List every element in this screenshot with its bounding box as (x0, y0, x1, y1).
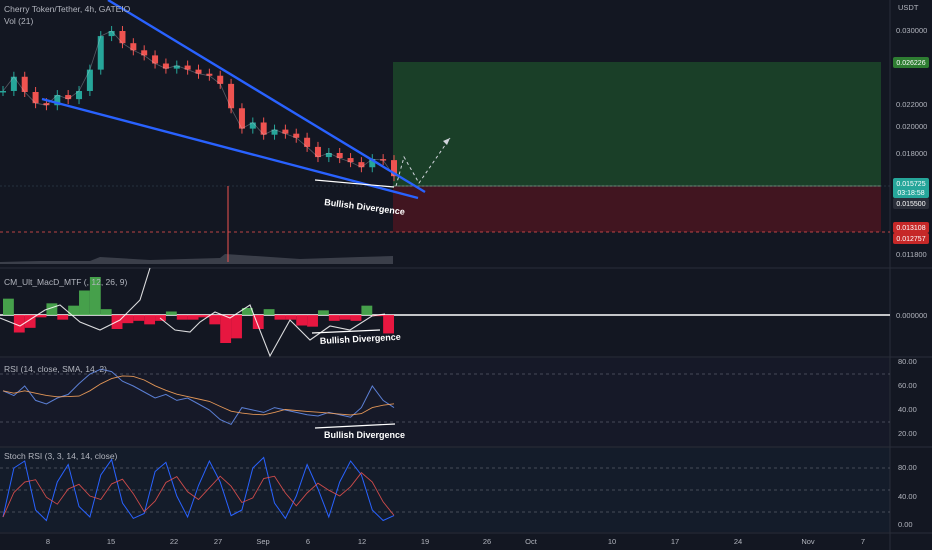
rsi-pane-bg (0, 358, 890, 448)
price-candle (97, 36, 104, 70)
macd-bar (220, 315, 232, 343)
price-candle (0, 90, 6, 93)
macd-bar (100, 309, 112, 315)
rsi-label: RSI (14, close, SMA, 14, 2) (4, 364, 107, 374)
target-zone (393, 62, 881, 186)
currency-label: USDT (898, 3, 919, 12)
rsi-tick: 60.00 (898, 381, 917, 390)
time-tick: 15 (107, 537, 115, 546)
price-tick: 0.030000 (896, 26, 927, 35)
entry-tag: 0.015500 (896, 201, 925, 208)
time-tick: 12 (358, 537, 366, 546)
symbol-line: Cherry Token/Tether, 4h, GATEIO (4, 4, 131, 14)
countdown-tag: 03:18:58 (897, 190, 924, 197)
rsi-tick: 40.00 (898, 405, 917, 414)
macd-bar (350, 315, 362, 321)
price-tick: 0.011800 (896, 250, 927, 259)
rsi-tick: 80.00 (898, 357, 917, 366)
stoch-tick: 0.00 (898, 520, 913, 529)
time-tick: 8 (46, 537, 50, 546)
time-tick: 19 (421, 537, 429, 546)
time-tick: 27 (214, 537, 222, 546)
macd-bar (3, 298, 14, 315)
macd-bar (274, 315, 286, 320)
time-tick: 22 (170, 537, 178, 546)
macd-bar (285, 315, 297, 320)
target-tag: 0.026226 (896, 60, 925, 67)
macd-bar (231, 315, 242, 339)
price-tick: 0.020000 (896, 122, 927, 131)
macd-bar (307, 315, 318, 327)
price-tick: 0.018000 (896, 149, 927, 158)
time-tick: 26 (483, 537, 491, 546)
volume-label: Vol (21) (4, 16, 33, 26)
macd-bar (133, 315, 145, 321)
macd-bar (144, 315, 156, 325)
rsi-tick: 20.00 (898, 429, 917, 438)
time-tick: 17 (671, 537, 679, 546)
chart-canvas[interactable]: Bullish Divergence Bullish Divergence Bu… (0, 0, 932, 550)
time-tick: 7 (861, 537, 865, 546)
time-tick: 6 (306, 537, 310, 546)
price-candle (86, 69, 93, 91)
price-candle (228, 83, 235, 109)
stoch-label: Stoch RSI (3, 3, 14, 14, close) (4, 451, 118, 461)
rsi-divergence-label: Bullish Divergence (324, 430, 405, 440)
time-tick: 10 (608, 537, 616, 546)
macd-bar (339, 315, 351, 320)
macd-zero-tick: 0.000000 (896, 311, 927, 320)
macd-bar (187, 315, 199, 320)
time-tick: Nov (801, 537, 815, 546)
macd-bar (361, 305, 373, 315)
macd-bar (317, 310, 329, 315)
macd-bar (79, 290, 90, 315)
macd-bar (296, 315, 308, 326)
macd-bar (165, 311, 177, 315)
stop-zone (393, 186, 881, 232)
price-candle (10, 76, 17, 91)
time-tick: Oct (525, 537, 538, 546)
stop-tag: 0.013108 (896, 225, 925, 232)
current-tag: 0.015725 (896, 181, 925, 188)
macd-bar (57, 315, 69, 320)
stoch-tick: 80.00 (898, 463, 917, 472)
stoch-tick: 40.00 (898, 492, 917, 501)
macd-bar (328, 315, 340, 321)
macd-bar (263, 309, 275, 315)
macd-label: CM_Ult_MacD_MTF (, 12, 26, 9) (4, 277, 127, 287)
price-tick: 0.022000 (896, 100, 927, 109)
macd-bar (176, 315, 188, 320)
time-tick: Sep (256, 537, 269, 546)
macd-bar (209, 315, 221, 325)
low-tag: 0.012757 (896, 236, 925, 243)
time-tick: 24 (734, 537, 742, 546)
macd-bar (383, 315, 394, 334)
